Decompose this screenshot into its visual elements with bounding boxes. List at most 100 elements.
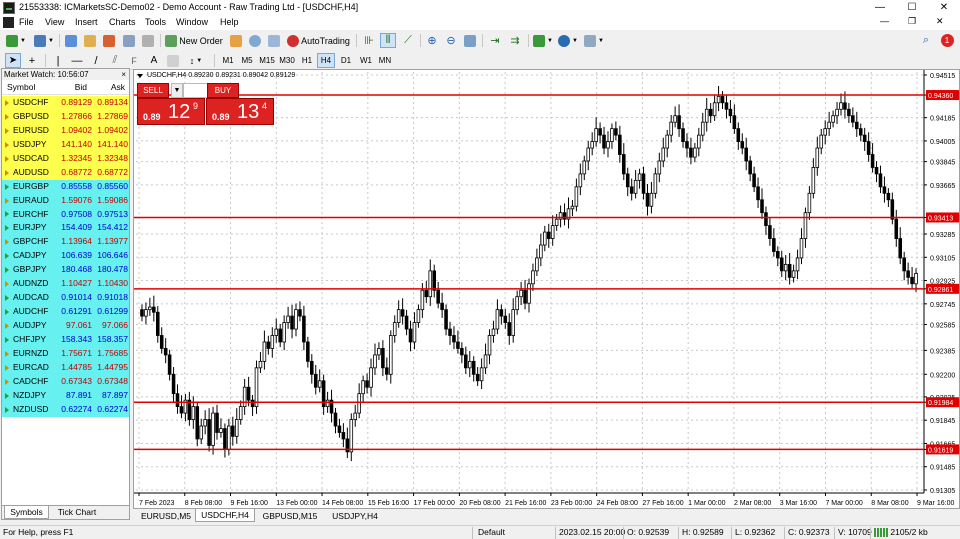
market-watch-row[interactable]: AUDUSD 0.68772 0.68772 <box>2 165 129 180</box>
maximize-button[interactable]: ☐ <box>896 0 928 16</box>
buy-button[interactable]: BUY <box>207 83 239 98</box>
chart-tab-gbpusd-m15[interactable]: GBPUSD,M15 <box>255 509 325 522</box>
chart-tab-usdchf-h4[interactable]: USDCHF,H4 <box>195 509 255 522</box>
market-watch-row[interactable]: USDCAD 1.32345 1.32348 <box>2 151 129 166</box>
timeframe-d1[interactable]: D1 <box>337 53 355 68</box>
tile-windows-button[interactable] <box>462 33 478 48</box>
new-chart-button[interactable]: ▼ <box>5 33 27 48</box>
market-watch-row[interactable]: CADCHF 0.67343 0.67348 <box>2 374 129 389</box>
chart-tab-eurusd-m5[interactable]: EURUSD,M5 <box>137 509 195 522</box>
timeframe-m15[interactable]: M15 <box>258 53 276 68</box>
market-watch-row[interactable]: AUDCAD 0.91014 0.91018 <box>2 291 129 306</box>
zoom-out-button[interactable]: ⊖ <box>443 33 459 48</box>
market-watch-row[interactable]: CADJPY 106.639 106.646 <box>2 249 129 264</box>
tab-tick-chart[interactable]: Tick Chart <box>52 506 102 519</box>
indicators-button[interactable]: ▼ <box>532 33 554 48</box>
menu-insert[interactable]: Insert <box>75 17 98 27</box>
col-symbol[interactable]: Symbol <box>2 80 44 94</box>
market-watch-row[interactable]: NZDUSD 0.62274 0.62274 <box>2 402 129 417</box>
menu-file[interactable]: File <box>19 17 34 27</box>
mdi-restore-button[interactable]: ❐ <box>908 16 916 27</box>
strategy-tester-button[interactable] <box>140 33 156 48</box>
market-watch-row[interactable]: AUDJPY 97.061 97.066 <box>2 319 129 333</box>
col-bid[interactable]: Bid <box>44 80 89 94</box>
market-watch-row[interactable]: NZDJPY 87.891 87.897 <box>2 388 129 403</box>
notifications-button[interactable]: 1 <box>938 33 956 48</box>
market-watch-row[interactable]: USDJPY 141.140 141.140 <box>2 137 129 152</box>
status-profile[interactable]: Default <box>478 527 505 537</box>
metaeditor-button[interactable] <box>228 33 244 48</box>
price-chart[interactable]: 0.94515 0.94360 0.94185 0.94005 0.93845 0.936… <box>134 70 960 510</box>
menu-help[interactable]: Help <box>220 17 239 27</box>
autoscroll-button[interactable]: ⇉ <box>507 33 523 48</box>
tab-symbols[interactable]: Symbols <box>4 506 49 519</box>
mdi-close-button[interactable]: ✕ <box>936 16 944 27</box>
zoom-in-button[interactable]: ⊕ <box>424 33 440 48</box>
timeframe-h4[interactable]: H4 <box>317 53 335 68</box>
market-watch-row[interactable]: EURCHF 0.97508 0.97513 <box>2 207 129 222</box>
chart-header-text: USDCHF,H4 0.89230 0.89231 0.89042 0.8912… <box>147 72 296 79</box>
candlestick-chart-button[interactable]: ⫴ <box>380 33 396 48</box>
text-button[interactable]: A <box>146 53 162 68</box>
minimize-button[interactable]: — <box>864 0 896 16</box>
market-watch-button[interactable] <box>63 33 79 48</box>
data-window-button[interactable] <box>82 33 98 48</box>
lot-decrease-button[interactable]: ▼ <box>171 83 183 98</box>
timeframe-m30[interactable]: M30 <box>278 53 296 68</box>
profiles-button[interactable]: ▼ <box>33 33 55 48</box>
market-watch-close-button[interactable]: × <box>121 69 126 80</box>
fibonacci-button[interactable]: F <box>126 53 142 68</box>
market-watch-row[interactable]: EURJPY 154.409 154.412 <box>2 221 129 236</box>
vertical-line-button[interactable]: | <box>50 53 66 68</box>
search-button[interactable]: ⌕ <box>918 33 934 48</box>
navigator-button[interactable] <box>101 33 117 48</box>
market-watch-row[interactable]: EURCAD 1.44785 1.44795 <box>2 360 129 375</box>
horizontal-line-button[interactable]: — <box>69 53 85 68</box>
timeframe-m5[interactable]: M5 <box>238 53 256 68</box>
col-ask[interactable]: Ask <box>89 80 127 94</box>
trendline-button[interactable]: / <box>88 53 104 68</box>
terminal-button[interactable] <box>121 33 137 48</box>
templates-button[interactable]: ▼ <box>583 33 605 48</box>
market-watch-row[interactable]: USDCHF 0.89129 0.89134 <box>2 96 129 110</box>
signals-button[interactable] <box>247 33 263 48</box>
arrows-button[interactable]: ↕ ▼ <box>184 53 208 68</box>
sell-button[interactable]: SELL <box>137 83 169 98</box>
menu-tools[interactable]: Tools <box>145 17 166 27</box>
close-button[interactable]: ✕ <box>928 0 960 16</box>
market-watch-row[interactable]: EURAUD 1.59076 1.59086 <box>2 193 129 208</box>
menu-charts[interactable]: Charts <box>109 17 136 27</box>
new-order-button[interactable]: New Order <box>164 33 224 48</box>
mdi-minimize-button[interactable]: — <box>880 16 889 26</box>
timeframe-mn[interactable]: MN <box>376 53 394 68</box>
menu-view[interactable]: View <box>45 17 64 27</box>
market-watch-row[interactable]: GBPCHF 1.13964 1.13977 <box>2 235 129 250</box>
market-watch-row[interactable]: EURNZD 1.75671 1.75685 <box>2 346 129 361</box>
chart-shift-button[interactable]: ⇥ <box>487 33 503 48</box>
market-watch-row[interactable]: GBPJPY 180.468 180.478 <box>2 263 129 278</box>
menu-window[interactable]: Window <box>176 17 208 27</box>
crosshair-button[interactable]: + <box>24 53 40 68</box>
bar-chart-button[interactable]: ⊪ <box>361 33 377 48</box>
market-button[interactable] <box>266 33 282 48</box>
autotrading-button[interactable]: AutoTrading <box>286 33 351 48</box>
timeframe-m1[interactable]: M1 <box>219 53 237 68</box>
buy-price[interactable]: 0.89 13 4 <box>206 98 274 125</box>
market-watch-row[interactable]: GBPUSD 1.27866 1.27869 <box>2 109 129 124</box>
timeframe-w1[interactable]: W1 <box>357 53 375 68</box>
text-label-button[interactable] <box>165 53 181 68</box>
connection-status[interactable]: 2105/2 kb <box>874 527 928 538</box>
chart-window[interactable]: 0.94515 0.94360 0.94185 0.94005 0.93845 0.936… <box>133 69 960 509</box>
periods-button[interactable]: ▼ <box>557 33 579 48</box>
market-watch-row[interactable]: AUDNZD 1.10427 1.10430 <box>2 277 129 292</box>
sell-price[interactable]: 0.89 12 9 <box>137 98 205 125</box>
channel-button[interactable]: ⫽ <box>107 53 123 68</box>
market-watch-row[interactable]: CHFJPY 158.343 158.357 <box>2 332 129 347</box>
market-watch-row[interactable]: AUDCHF 0.61291 0.61299 <box>2 305 129 319</box>
cursor-button[interactable]: ➤ <box>5 53 21 68</box>
line-chart-button[interactable]: ⟋ <box>400 33 416 48</box>
market-watch-row[interactable]: EURUSD 1.09402 1.09402 <box>2 123 129 138</box>
timeframe-h1[interactable]: H1 <box>298 53 316 68</box>
chart-tab-usdjpy-h4[interactable]: USDJPY,H4 <box>325 509 385 522</box>
market-watch-row[interactable]: EURGBP 0.85558 0.85560 <box>2 179 129 194</box>
